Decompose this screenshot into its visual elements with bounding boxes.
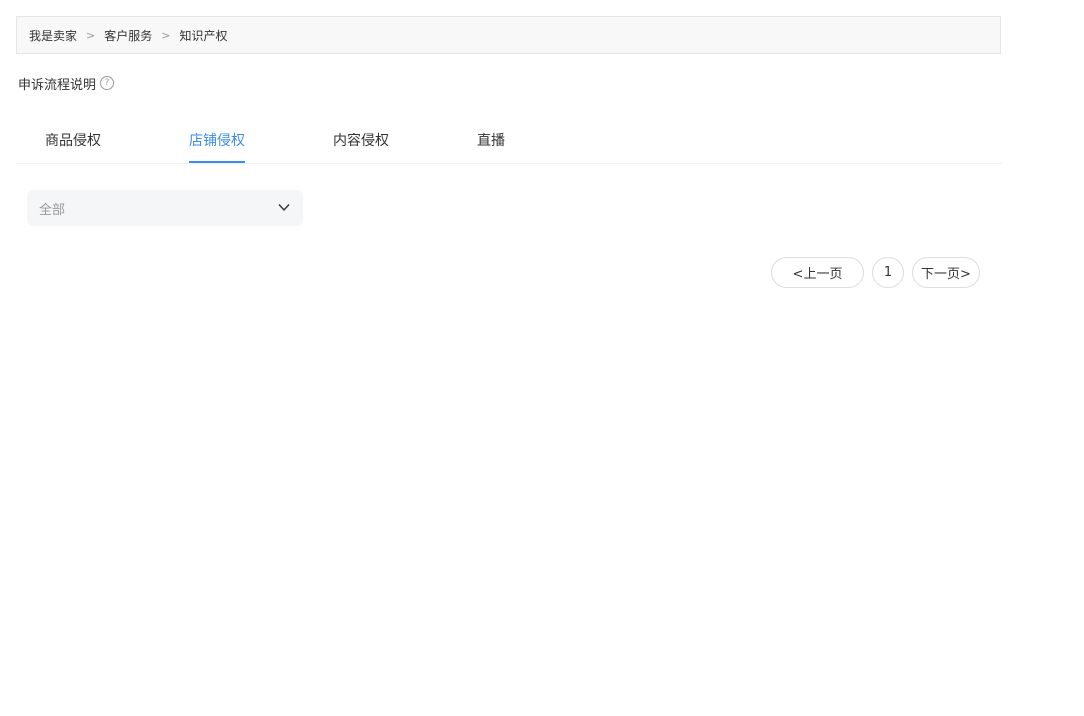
breadcrumb-item-ip: 知识产权 bbox=[179, 28, 228, 43]
next-page-button[interactable]: 下一页> bbox=[912, 257, 980, 288]
appeal-process-help[interactable]: 申诉流程说明 ? bbox=[18, 74, 115, 93]
breadcrumb-item-seller[interactable]: 我是卖家 bbox=[29, 27, 77, 44]
appeal-process-label[interactable]: 申诉流程说明 bbox=[18, 74, 96, 93]
breadcrumb-separator: > bbox=[86, 28, 96, 42]
tab-label: 直播 bbox=[477, 133, 505, 149]
tab-product-infringement[interactable]: 商品侵权 bbox=[45, 130, 101, 163]
prev-page-button[interactable]: <上一页 bbox=[771, 257, 864, 288]
breadcrumb: 我是卖家 > 客户服务 > 知识产权 bbox=[16, 16, 1001, 54]
breadcrumb-item-customer-service[interactable]: 客户服务 bbox=[104, 27, 152, 44]
tab-store-infringement[interactable]: 店铺侵权 bbox=[189, 130, 245, 163]
tab-label: 内容侵权 bbox=[333, 133, 389, 149]
tab-live[interactable]: 直播 bbox=[477, 130, 505, 163]
question-circle-icon[interactable]: ? bbox=[100, 76, 115, 90]
tab-bar: 商品侵权 店铺侵权 内容侵权 直播 bbox=[16, 118, 1002, 164]
page-number-button[interactable]: 1 bbox=[872, 257, 904, 288]
category-select[interactable]: 全部 bbox=[27, 190, 303, 226]
breadcrumb-separator: > bbox=[161, 28, 171, 42]
tab-content-infringement[interactable]: 内容侵权 bbox=[333, 130, 389, 163]
select-value: 全部 bbox=[39, 202, 66, 218]
next-page-label: 下一页> bbox=[921, 267, 971, 282]
tab-label: 商品侵权 bbox=[45, 133, 101, 149]
chevron-down-icon bbox=[278, 204, 290, 212]
page-number-label: 1 bbox=[883, 265, 893, 280]
tab-label: 店铺侵权 bbox=[189, 133, 245, 149]
prev-page-label: <上一页 bbox=[792, 267, 843, 282]
